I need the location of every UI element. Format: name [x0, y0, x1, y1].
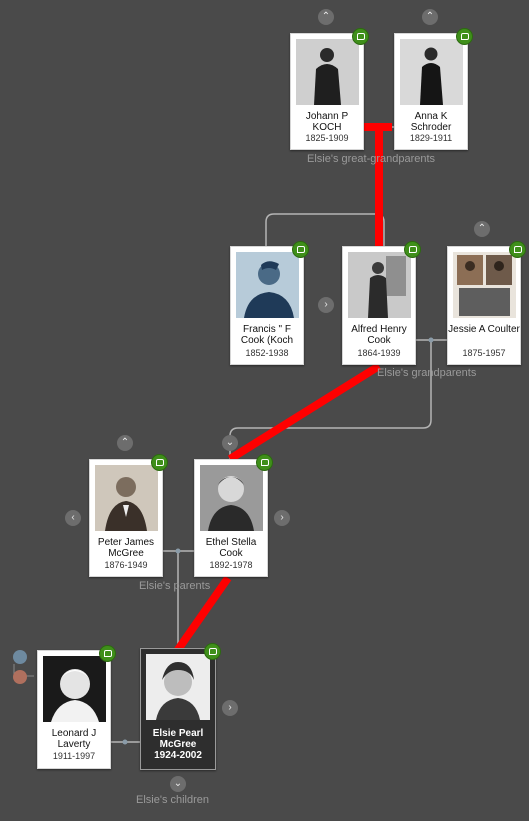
chevron-right-icon[interactable]: ›: [274, 510, 290, 526]
person-card-peter[interactable]: Peter James McGree 1876-1949: [89, 454, 168, 577]
person-photo: [236, 252, 299, 318]
person-card-johann[interactable]: Johann P KOCH 1825-1909: [290, 28, 369, 150]
person-card-alfred[interactable]: Alfred Henry Cook 1864-1939: [342, 241, 421, 365]
person-photo: [146, 654, 210, 720]
person-dates: 1829-1911: [409, 133, 453, 143]
record-hint-leaf-icon[interactable]: [509, 241, 526, 258]
person-dates: 1864-1939: [357, 348, 401, 358]
record-hint-leaf-icon[interactable]: [404, 241, 421, 258]
alt-spouse-avatar-icon[interactable]: [13, 650, 27, 664]
person-dates: 1911-1997: [52, 751, 96, 761]
person-dates: 1892-1978: [209, 560, 253, 570]
person-dates: 1875-1957: [462, 348, 506, 358]
record-hint-leaf-icon[interactable]: [99, 645, 116, 662]
person-name: Elsie Pearl McGree: [152, 728, 204, 750]
person-name: Johann P KOCH: [305, 111, 349, 133]
person-card-leonard[interactable]: Leonard J Laverty 1911-1997: [37, 645, 116, 769]
person-photo: [400, 39, 463, 105]
person-dates: 1825-1909: [305, 133, 349, 143]
generation-label-great-grandparents: Elsie's great-grandparents: [307, 153, 436, 165]
alt-spouse-avatar-icon[interactable]: [13, 670, 27, 684]
person-photo: [200, 465, 263, 531]
person-dates: 1924-2002: [154, 750, 202, 761]
record-hint-leaf-icon[interactable]: [352, 28, 369, 45]
record-hint-leaf-icon[interactable]: [204, 643, 221, 660]
chevron-right-icon[interactable]: ›: [222, 700, 238, 716]
person-card-francis[interactable]: Francis " F Cook (Koch 1852-1938: [230, 241, 309, 365]
highlight-to-ethel: [227, 362, 382, 463]
person-dates: 1852-1938: [245, 348, 289, 358]
person-name: Alfred Henry Cook: [351, 324, 407, 346]
union-dot-leonard-elsie: [122, 739, 128, 745]
person-photo: [453, 252, 516, 318]
person-photo: [348, 252, 411, 318]
person-photo: [296, 39, 359, 105]
person-name: Francis " F Cook (Koch: [240, 324, 294, 346]
person-name: Jessie A Coulter: [448, 324, 520, 335]
person-name: Leonard J Laverty: [51, 728, 97, 750]
person-card-ethel[interactable]: Ethel Stella Cook 1892-1978: [194, 454, 273, 577]
person-name: Peter James McGree: [97, 537, 155, 559]
generation-label-parents: Elsie's parents: [139, 580, 211, 592]
chevron-up-icon[interactable]: ⌃: [117, 435, 133, 451]
person-card-jessie[interactable]: Jessie A Coulter 1875-1957: [447, 241, 526, 365]
person-name: Anna K Schroder: [410, 111, 452, 133]
chevron-right-icon[interactable]: ›: [318, 297, 334, 313]
union-dot-alfred-jessie: [428, 337, 434, 343]
chevron-down-icon[interactable]: ⌄: [222, 435, 238, 451]
person-photo: [95, 465, 158, 531]
chevron-down-icon[interactable]: ⌄: [170, 776, 186, 792]
person-name: Ethel Stella Cook: [205, 537, 257, 559]
record-hint-leaf-icon[interactable]: [456, 28, 473, 45]
record-hint-leaf-icon[interactable]: [256, 454, 273, 471]
union-dot-peter-ethel: [175, 548, 181, 554]
chevron-up-icon[interactable]: ⌃: [318, 9, 334, 25]
chevron-up-icon[interactable]: ⌃: [422, 9, 438, 25]
chevron-up-icon[interactable]: ⌃: [474, 221, 490, 237]
generation-label-grandparents: Elsie's grandparents: [377, 367, 477, 379]
person-dates: 1876-1949: [104, 560, 148, 570]
record-hint-leaf-icon[interactable]: [292, 241, 309, 258]
person-card-anna[interactable]: Anna K Schroder 1829-1911: [394, 28, 473, 150]
person-card-elsie-focus[interactable]: Elsie Pearl McGree 1924-2002: [140, 643, 221, 770]
chevron-left-icon[interactable]: ‹: [65, 510, 81, 526]
sibling-connector-francis-alfred: [265, 213, 385, 246]
record-hint-leaf-icon[interactable]: [151, 454, 168, 471]
generation-label-children: Elsie's children: [136, 794, 210, 806]
person-photo: [43, 656, 106, 722]
